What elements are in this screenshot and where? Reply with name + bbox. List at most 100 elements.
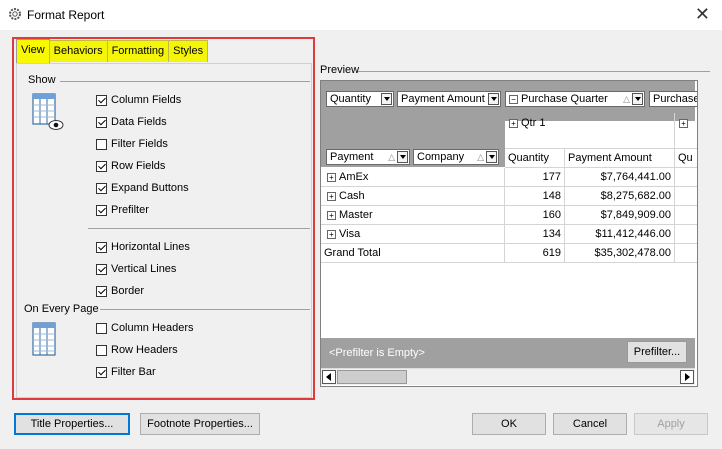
checkbox-label: Column Fields [111, 94, 182, 106]
checkbox-box[interactable] [96, 285, 107, 297]
close-icon[interactable]: ✕ [695, 4, 710, 25]
filter-fields-checkbox[interactable]: Filter Fields [96, 136, 168, 152]
tab-view[interactable]: View [16, 39, 50, 63]
page-layout-icon [32, 322, 56, 356]
dropdown-icon[interactable] [381, 93, 392, 105]
expand-icon[interactable]: + [327, 191, 336, 201]
scroll-thumb[interactable] [337, 370, 407, 384]
checkbox-label: Filter Fields [111, 138, 168, 150]
grand-total-cell: 619 [505, 244, 565, 263]
row-label: AmEx [339, 171, 369, 183]
field-label: Payment Amount [401, 93, 485, 105]
checkbox-box[interactable] [96, 204, 107, 216]
dropdown-icon[interactable] [488, 93, 499, 105]
table-cell: 177 [505, 168, 565, 187]
row-fields-checkbox[interactable]: Row Fields [96, 158, 165, 174]
checkbox-box[interactable] [96, 160, 107, 172]
checkbox-box[interactable] [96, 94, 107, 106]
expand-buttons-checkbox[interactable]: Expand Buttons [96, 180, 189, 196]
column-view-icon [32, 93, 64, 130]
field-label: Purchase Quarter [521, 93, 608, 105]
every-page-divider [100, 309, 310, 310]
checkbox-label: Column Headers [111, 322, 194, 334]
dropdown-icon[interactable] [486, 151, 497, 163]
field-payment[interactable]: Payment △ [326, 149, 410, 165]
next-qtr-header-cell: + [675, 113, 697, 149]
table-cell [675, 244, 697, 263]
table-cell: 134 [505, 225, 565, 244]
pivot-preview: Quantity Payment Amount − Purchase Quarte… [320, 80, 698, 387]
checkbox-label: Row Fields [111, 160, 166, 172]
checkbox-box[interactable] [96, 116, 107, 128]
field-payment-amount[interactable]: Payment Amount [397, 91, 501, 107]
expand-icon[interactable]: + [327, 172, 336, 182]
field-purchase-quarter[interactable]: − Purchase Quarter △ [505, 91, 645, 107]
checkbox-label: Prefilter [111, 204, 149, 216]
collapse-icon[interactable]: − [509, 94, 518, 104]
sort-icon: △ [623, 94, 630, 104]
field-company[interactable]: Company △ [413, 149, 499, 165]
tab-formatting[interactable]: Formatting [106, 40, 170, 62]
checkbox-box[interactable] [96, 322, 107, 334]
checkbox-box[interactable] [96, 366, 107, 378]
expand-icon[interactable]: + [679, 118, 688, 128]
row-label: Cash [339, 190, 365, 202]
dropdown-icon[interactable] [632, 93, 643, 105]
sort-icon: △ [388, 152, 395, 162]
prefilter-bar: <Prefilter is Empty> Prefilter... [321, 338, 695, 368]
expand-icon[interactable]: + [327, 210, 336, 220]
tab-styles[interactable]: Styles [168, 40, 209, 62]
column-headers-checkbox[interactable]: Column Headers [96, 320, 194, 336]
expand-icon[interactable]: + [509, 118, 518, 128]
ok-button[interactable]: OK [472, 413, 546, 435]
checkbox-box[interactable] [96, 138, 107, 150]
field-label: Quantity [330, 93, 371, 105]
tab-behaviors[interactable]: Behaviors [48, 40, 108, 62]
col-header-payment-amount: Payment Amount [565, 149, 675, 168]
vertical-lines-checkbox[interactable]: Vertical Lines [96, 261, 176, 277]
table-cell: $7,764,441.00 [565, 168, 675, 187]
checkbox-box[interactable] [96, 344, 107, 356]
cancel-button[interactable]: Cancel [553, 413, 627, 435]
prefilter-checkbox[interactable]: Prefilter [96, 202, 149, 218]
checkbox-box[interactable] [96, 182, 107, 194]
checkbox-label: Border [111, 285, 145, 297]
border-checkbox[interactable]: Border [96, 283, 144, 299]
table-cell: 160 [505, 206, 565, 225]
data-fields-checkbox[interactable]: Data Fields [96, 114, 167, 130]
preview-label: Preview [320, 64, 360, 76]
checkbox-box[interactable] [96, 263, 107, 275]
column-fields-checkbox[interactable]: Column Fields [96, 92, 181, 108]
table-cell: $7,849,909.00 [565, 206, 675, 225]
qtr-label: Qtr 1 [521, 117, 546, 129]
footnote-properties-button[interactable]: Footnote Properties... [140, 413, 260, 435]
prefilter-button[interactable]: Prefilter... [627, 341, 687, 363]
field-purchase-cut[interactable]: Purchase [649, 91, 697, 107]
checkbox-label: Filter Bar [111, 366, 156, 378]
row-label: Master [339, 209, 373, 221]
gear-icon [9, 8, 21, 20]
grand-total-label: Grand Total [321, 244, 505, 263]
expand-icon[interactable]: + [327, 229, 336, 239]
field-quantity[interactable]: Quantity [326, 91, 394, 107]
scroll-right-icon[interactable] [680, 370, 694, 384]
row-headers-checkbox[interactable]: Row Headers [96, 342, 178, 358]
dropdown-icon[interactable] [397, 151, 408, 163]
horizontal-lines-checkbox[interactable]: Horizontal Lines [96, 239, 190, 255]
filter-bar-checkbox[interactable]: Filter Bar [96, 364, 156, 380]
horizontal-scrollbar[interactable] [321, 368, 695, 385]
field-label: Company [417, 151, 465, 163]
checkbox-label: Row Headers [111, 344, 178, 356]
table-cell [675, 225, 697, 244]
col-header-cut: Qu [675, 149, 697, 168]
checkbox-label: Expand Buttons [111, 182, 189, 194]
every-page-group-label: On Every Page [24, 303, 99, 315]
title-properties-button[interactable]: Title Properties... [14, 413, 130, 435]
table-cell: $8,275,682.00 [565, 187, 675, 206]
apply-button[interactable]: Apply [634, 413, 708, 435]
scroll-left-icon[interactable] [322, 370, 336, 384]
show-group-divider [60, 81, 310, 82]
checkbox-box[interactable] [96, 241, 107, 253]
table-cell [675, 206, 697, 225]
table-row-label: + AmEx [321, 168, 505, 187]
